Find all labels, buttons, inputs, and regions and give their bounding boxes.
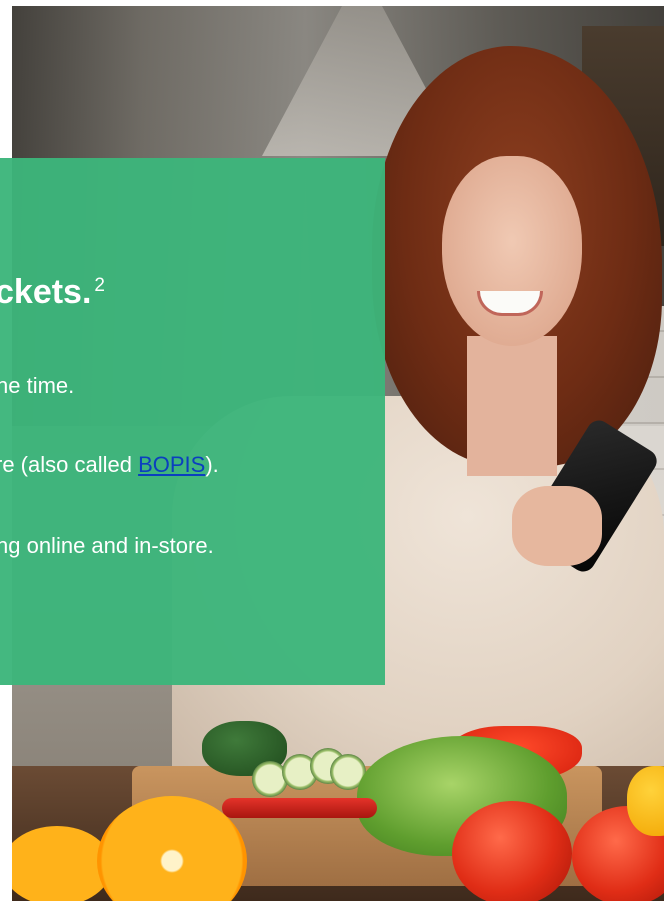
footnote-superscript: 2 xyxy=(94,275,105,296)
panel-line-2-after: ). xyxy=(205,452,219,477)
panel-heading-text: ckets. 2 xyxy=(0,272,105,312)
chili-pepper xyxy=(222,798,377,818)
panel-line-3: ng online and in-store. xyxy=(0,532,385,562)
hand xyxy=(512,486,602,566)
panel-line-1: ne time. xyxy=(0,372,385,402)
panel-line-2-before: re (also called xyxy=(0,452,139,477)
neck xyxy=(467,336,557,476)
panel-line-2-text: re (also called BOPIS). xyxy=(0,451,219,479)
panel-line-3-text: ng online and in-store. xyxy=(0,533,214,558)
info-panel: ckets. 2 ne time. re (also called BOPIS).… xyxy=(0,158,385,685)
page: ckets. 2 ne time. re (also called BOPIS).… xyxy=(0,0,664,907)
bopis-link[interactable]: BOPIS xyxy=(138,452,205,477)
panel-heading-label: ckets. xyxy=(0,273,92,311)
tomato xyxy=(452,801,572,901)
panel-line-1-text: ne time. xyxy=(0,373,75,398)
face xyxy=(442,156,582,346)
panel-line-2: re (also called BOPIS). xyxy=(0,451,385,481)
